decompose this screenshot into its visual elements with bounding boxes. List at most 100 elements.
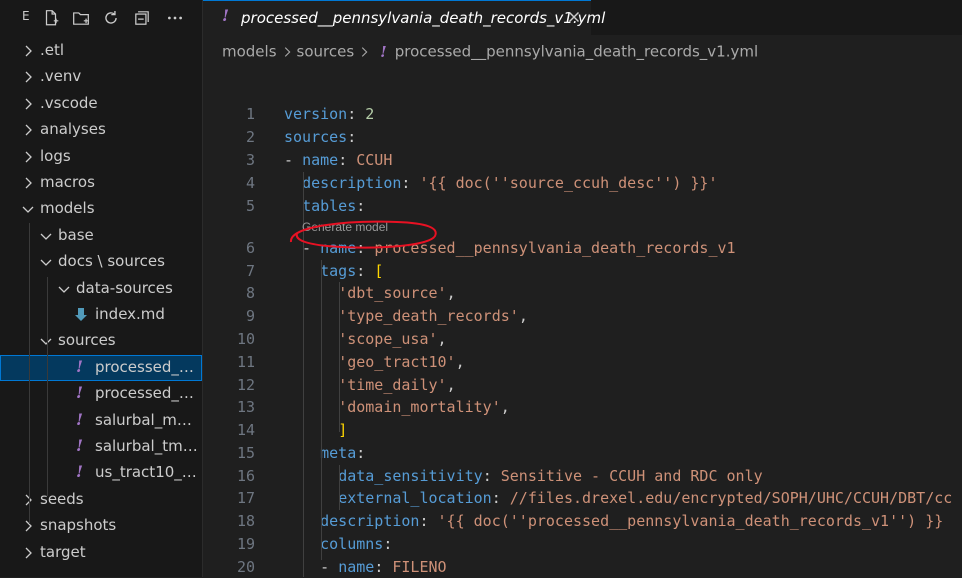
chevron-right-icon[interactable]	[20, 69, 36, 85]
tree-item-seeds[interactable]: seeds	[0, 487, 202, 513]
code-line[interactable]: 12 'time_daily',	[203, 374, 962, 396]
indent-guide	[339, 282, 340, 432]
code-line[interactable]: 15 meta:	[203, 442, 962, 464]
code-line[interactable]: 10 'scope_usa',	[203, 328, 962, 350]
code-line[interactable]: 18 description: '{{ doc(''processed__pen…	[203, 510, 962, 532]
code-text: tables:	[284, 197, 365, 215]
chevron-down-icon[interactable]	[38, 254, 54, 270]
tree-item-logs[interactable]: logs	[0, 144, 202, 170]
breadcrumb-item-sources[interactable]: sources	[297, 43, 355, 61]
code-line[interactable]: 13 'domain_mortality',	[203, 396, 962, 418]
code-token: :	[374, 558, 393, 576]
new-folder-icon[interactable]	[70, 7, 92, 29]
code-text: sources:	[284, 128, 356, 146]
line-number: 14	[236, 421, 255, 439]
tree-item-analyses[interactable]: analyses	[0, 117, 202, 143]
tree-item-label: us_tract10_denomi...	[95, 463, 199, 482]
tree-item-us-tract10-denomi[interactable]: ! us_tract10_denomi...	[0, 460, 202, 486]
more-icon[interactable]	[164, 7, 186, 29]
code-line[interactable]: 14 ]	[203, 419, 962, 441]
tree-item-models[interactable]: models	[0, 196, 202, 222]
code-token: CCUH	[356, 151, 393, 169]
tab-active-file[interactable]: ! processed__pennsylvania_death_records_…	[203, 0, 605, 35]
chevron-right-icon[interactable]	[20, 122, 36, 138]
tree-item-data-sources[interactable]: data-sources	[0, 276, 202, 302]
tree-item-label: processed__pennsylvania_death_records_v1…	[95, 357, 199, 376]
code-line[interactable]: 5 tables:	[203, 195, 962, 217]
chevron-right-icon[interactable]	[20, 175, 36, 191]
code-line[interactable]: 9 'type_death_records',	[203, 305, 962, 327]
tree-item-label: data-sources	[76, 278, 173, 297]
breadcrumb-item-file[interactable]: processed__pennsylvania_death_records_v1…	[395, 43, 758, 61]
tree-item-label: base	[58, 225, 94, 244]
code-text: - name: processed__pennsylvania_death_re…	[284, 239, 736, 257]
breadcrumb-item-models[interactable]: models	[222, 43, 277, 61]
code-line[interactable]: 8 'dbt_source',	[203, 282, 962, 304]
code-line[interactable]: 7 tags: [	[203, 260, 962, 282]
code-line[interactable]: 2 sources:	[203, 126, 962, 148]
code-line[interactable]: 4 description: '{{ doc(''source_ccuh_des…	[203, 172, 962, 194]
collapse-all-icon[interactable]	[131, 7, 153, 29]
code-line[interactable]: 6 - name: processed__pennsylvania_death_…	[203, 237, 962, 259]
code-text: data_sensitivity: Sensitive - CCUH and R…	[284, 467, 762, 485]
tree-item-label: docs \ sources	[58, 252, 165, 271]
code-line[interactable]: 20 - name: FILENO	[203, 556, 962, 578]
line-number: 8	[245, 284, 255, 302]
tree-item-etl[interactable]: .etl	[0, 38, 202, 64]
code-line[interactable]: 17 external_location: //files.drexel.edu…	[203, 487, 962, 509]
tree-item-target[interactable]: target	[0, 540, 202, 566]
code-token: ,	[500, 398, 510, 416]
codelens-generate-model[interactable]: Generate model	[302, 220, 388, 234]
code-token: 2	[365, 105, 375, 123]
tree-item-docs-sources[interactable]: docs \ sources	[0, 249, 202, 275]
chevron-down-icon[interactable]	[38, 228, 54, 244]
code-token: -	[284, 151, 303, 169]
yaml-file-icon: !	[76, 356, 84, 376]
chevron-right-icon[interactable]	[20, 545, 36, 561]
indent-guide	[339, 465, 340, 510]
code-token: :	[347, 128, 357, 146]
code-text: 'time_daily',	[284, 376, 455, 394]
chevron-down-icon[interactable]	[20, 201, 36, 217]
tree-item-label: salurbal_tmpdaily_...	[95, 437, 199, 455]
tree-item-label: seeds	[40, 489, 84, 508]
tree-item-salurbal-tmpdaily[interactable]: ! salurbal_tmpdaily_...	[0, 434, 202, 460]
yaml-file-icon: !	[76, 462, 84, 482]
tree-item-processed-pennsylvania-death-records-v1-yml[interactable]: ! processed__pennsylvania_death_records_v…	[0, 354, 202, 381]
chevron-down-icon[interactable]	[56, 281, 72, 297]
new-file-icon[interactable]	[40, 7, 62, 29]
tree-item-label: .venv	[40, 67, 82, 86]
chevron-right-icon[interactable]	[20, 96, 36, 112]
tree-item-macros[interactable]: macros	[0, 170, 202, 196]
tree-item-base[interactable]: base	[0, 223, 202, 249]
code-line[interactable]: 1 version: 2	[203, 103, 962, 125]
tree-item-salurbal-mortality[interactable]: ! salurbal_mortality_...	[0, 408, 202, 434]
code-text: version: 2	[284, 105, 374, 123]
code-line[interactable]: 16 data_sensitivity: Sensitive - CCUH an…	[203, 465, 962, 487]
code-token: '{{ doc(''source_ccuh_desc'') }}'	[419, 174, 718, 192]
indent-guide	[321, 260, 322, 560]
code-line[interactable]: 3 - name: CCUH	[203, 149, 962, 171]
tree-item-processed-prism[interactable]: ! processed__prism_...	[0, 381, 202, 407]
code-token: 'dbt_source'	[338, 284, 447, 302]
code-line[interactable]: 19 columns:	[203, 533, 962, 555]
code-line[interactable]: 11 'geo_tract10',	[203, 351, 962, 373]
line-number: 20	[236, 558, 255, 576]
close-icon[interactable]	[565, 8, 583, 26]
refresh-icon[interactable]	[100, 7, 122, 29]
tree-item-label: index.md	[95, 305, 165, 323]
tree-item-venv[interactable]: .venv	[0, 64, 202, 90]
chevron-down-icon[interactable]	[38, 333, 54, 349]
tree-item-index-md[interactable]: index.md	[0, 302, 202, 328]
chevron-right-icon[interactable]	[20, 43, 36, 59]
tree-item-snapshots[interactable]: snapshots	[0, 513, 202, 539]
tree-item-sources[interactable]: sources	[0, 328, 202, 354]
tree-item-vscode[interactable]: .vscode	[0, 91, 202, 117]
chevron-right-icon[interactable]	[20, 492, 36, 508]
code-token: meta	[320, 444, 357, 462]
line-number: 11	[236, 353, 255, 371]
chevron-right-icon[interactable]	[20, 518, 36, 534]
chevron-right-icon[interactable]	[20, 149, 36, 165]
